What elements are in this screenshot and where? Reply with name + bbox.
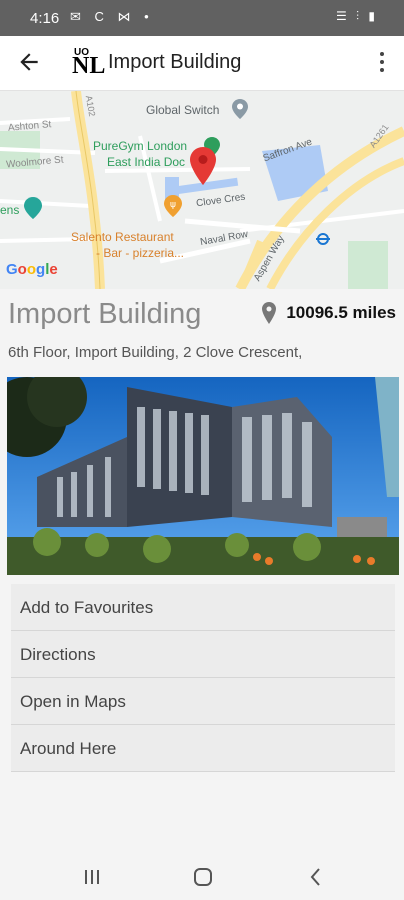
actions-list: Add to Favourites Directions Open in Map… (11, 584, 395, 772)
system-nav-bar (0, 854, 404, 900)
restaurant-marker-icon[interactable]: ψ (164, 195, 182, 217)
status-system-icons: ☰ ⫶ ▮ (335, 9, 378, 23)
status-time: 4:16 (30, 10, 60, 27)
attraction-marker-icon[interactable] (24, 197, 42, 219)
map-label-puregym-line2: East India Doc (107, 155, 186, 169)
distance-pin-icon (262, 302, 276, 324)
status-bar: 4:16 ✉ C ⋈ • ☰ ⫶ ▮ (0, 0, 404, 36)
back-arrow-icon[interactable] (16, 49, 42, 75)
place-title: Import Building (8, 298, 202, 330)
place-address: 6th Floor, Import Building, 2 Clove Cres… (8, 344, 303, 361)
transit-icon (316, 233, 330, 245)
directions-button[interactable]: Directions (11, 631, 395, 678)
add-to-favourites-button[interactable]: Add to Favourites (11, 584, 395, 631)
distance-text: 10096.5 miles (286, 303, 396, 322)
building-photo (7, 377, 399, 575)
map-label-puregym: PureGym London (93, 139, 188, 153)
back-nav-icon[interactable] (304, 866, 328, 888)
svg-text:ψ: ψ (170, 200, 176, 210)
app-logo: UO NL (72, 47, 106, 79)
location-pin-icon[interactable] (190, 147, 216, 185)
map-label-salento: Salento Restaurant (71, 230, 174, 244)
app-bar: UO NL Import Building (0, 36, 404, 91)
around-here-button[interactable]: Around Here (11, 725, 395, 772)
page-title: Import Building (108, 51, 242, 73)
global-switch-marker-icon[interactable] (232, 99, 248, 119)
status-notification-icons: ✉ C ⋈ • (70, 9, 154, 24)
recent-apps-icon[interactable] (80, 866, 104, 888)
overflow-menu-icon[interactable] (378, 50, 386, 74)
map-view[interactable]: Global Switch PureGym London East India … (0, 91, 404, 289)
open-in-maps-button[interactable]: Open in Maps (11, 678, 395, 725)
map-label-salento-line2: - Bar - pizzeria... (96, 246, 185, 260)
google-logo: Google (6, 261, 58, 278)
home-icon[interactable] (191, 866, 215, 888)
